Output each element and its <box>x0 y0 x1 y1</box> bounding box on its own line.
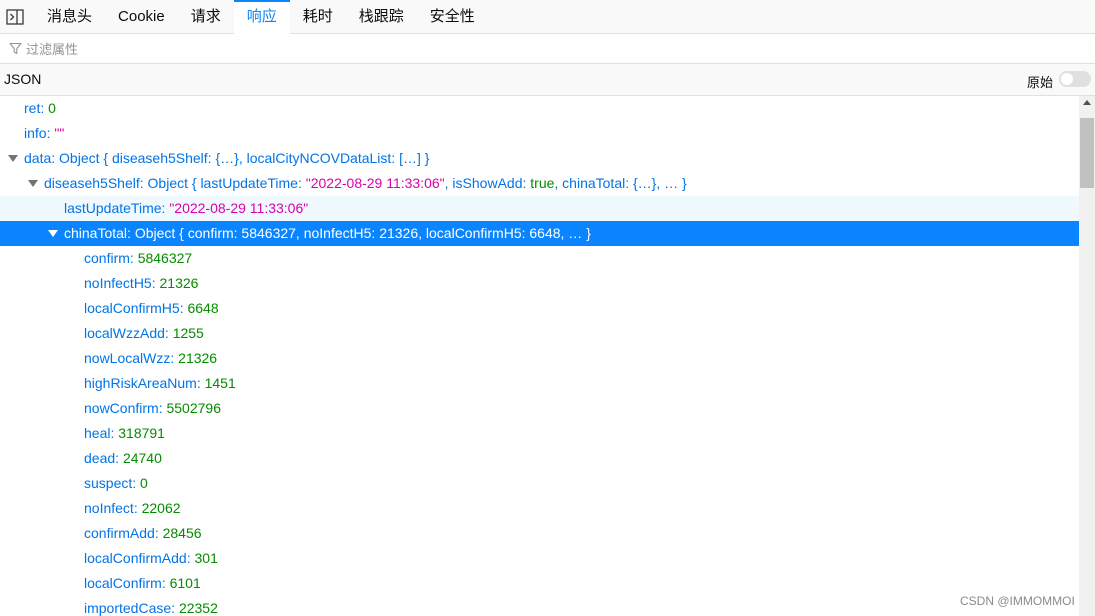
tree-key: lastUpdateTime <box>64 200 162 216</box>
tree-summary: , chinaTotal: {…}, … } <box>554 175 687 191</box>
tree-row-chinatotal[interactable]: chinaTotal: Object { confirm: 5846327, n… <box>0 221 1079 246</box>
tree-value: 21326 <box>159 275 199 291</box>
tree-key: nowLocalWzz <box>84 350 171 366</box>
tree-row[interactable]: confirm: 5846327 <box>0 246 1079 271</box>
tree-key: suspect <box>84 475 133 491</box>
tree-key: data <box>24 150 52 166</box>
tree-row-info[interactable]: info: "" <box>0 121 1079 146</box>
tree-key: chinaTotal <box>64 225 128 241</box>
tree-value: 6101 <box>169 575 201 591</box>
toggle-sidebar-icon[interactable] <box>6 9 24 25</box>
tree-row[interactable]: confirmAdd: 28456 <box>0 521 1079 546</box>
vertical-scrollbar[interactable] <box>1079 96 1095 616</box>
expand-arrow-icon[interactable] <box>28 180 38 187</box>
json-section-title: JSON <box>4 71 42 87</box>
filter-properties-input[interactable] <box>26 39 626 59</box>
json-section-header: JSON 原始 <box>0 64 1095 96</box>
tree-row[interactable]: nowLocalWzz: 21326 <box>0 346 1079 371</box>
tree-row[interactable]: noInfect: 22062 <box>0 496 1079 521</box>
tab-security[interactable]: 安全性 <box>417 0 488 34</box>
tree-key: noInfectH5 <box>84 275 152 291</box>
tree-summary: Object { diseaseh5Shelf: {…}, localCityN… <box>59 150 430 166</box>
tree-value: 0 <box>140 475 148 491</box>
filter-icon <box>9 42 22 55</box>
tree-row[interactable]: highRiskAreaNum: 1451 <box>0 371 1079 396</box>
tree-value: 28456 <box>162 525 202 541</box>
tree-row[interactable]: noInfectH5: 21326 <box>0 271 1079 296</box>
scrollbar-thumb[interactable] <box>1080 118 1094 188</box>
tab-response[interactable]: 响应 <box>233 0 290 34</box>
tree-row[interactable]: suspect: 0 <box>0 471 1079 496</box>
tree-value: 24740 <box>122 450 162 466</box>
raw-toggle-switch[interactable] <box>1059 71 1091 87</box>
tree-key: localConfirmAdd <box>84 550 187 566</box>
json-tree: ret: 0 info: "" data: Object { diseaseh5… <box>0 96 1079 616</box>
tree-key: noInfect <box>84 500 134 516</box>
tree-row-data[interactable]: data: Object { diseaseh5Shelf: {…}, loca… <box>0 146 1079 171</box>
tree-value: 22352 <box>178 600 218 616</box>
tree-key: importedCase <box>84 600 172 616</box>
raw-toggle-label: 原始 <box>1027 75 1054 90</box>
tree-row-ret[interactable]: ret: 0 <box>0 96 1079 121</box>
tree-summary: Object { confirm: 5846327, noInfectH5: 2… <box>134 225 591 241</box>
tab-list: 消息头 Cookie 请求 响应 耗时 栈跟踪 安全性 <box>34 0 488 34</box>
tree-key: info <box>24 125 47 141</box>
tab-timings[interactable]: 耗时 <box>290 0 346 34</box>
tree-row[interactable]: dead: 24740 <box>0 446 1079 471</box>
expand-arrow-icon[interactable] <box>8 155 18 162</box>
tree-key: confirm <box>84 250 130 266</box>
tree-row-diseaseh5shelf[interactable]: diseaseh5Shelf: Object { lastUpdateTime:… <box>0 171 1079 196</box>
tree-row[interactable]: localConfirm: 6101 <box>0 571 1079 596</box>
tree-value: 21326 <box>178 350 218 366</box>
tree-value: 22062 <box>141 500 181 516</box>
tree-value: 0 <box>48 100 56 116</box>
tree-summary-bool: true <box>530 175 555 191</box>
filter-bar <box>0 34 1095 64</box>
tree-key: dead <box>84 450 116 466</box>
tree-value: 5846327 <box>137 250 193 266</box>
tree-key: highRiskAreaNum <box>84 375 197 391</box>
tree-row[interactable]: heal: 318791 <box>0 421 1079 446</box>
tree-key: confirmAdd <box>84 525 155 541</box>
tree-value: "" <box>54 125 65 141</box>
tree-value: 1255 <box>172 325 204 341</box>
tree-row[interactable]: localConfirmAdd: 301 <box>0 546 1079 571</box>
tree-row[interactable]: nowConfirm: 5502796 <box>0 396 1079 421</box>
tree-row-lastupdatetime[interactable]: lastUpdateTime: "2022-08-29 11:33:06" <box>0 196 1079 221</box>
tab-stack-trace[interactable]: 栈跟踪 <box>346 0 417 34</box>
tab-headers[interactable]: 消息头 <box>34 0 105 34</box>
tree-row[interactable]: importedCase: 22352 <box>0 596 1079 616</box>
tree-key: diseaseh5Shelf <box>44 175 140 191</box>
scroll-up-arrow-icon[interactable] <box>1083 100 1091 105</box>
tree-value: "2022-08-29 11:33:06" <box>169 200 309 216</box>
tree-key: localConfirm <box>84 575 162 591</box>
panel-tab-bar: 消息头 Cookie 请求 响应 耗时 栈跟踪 安全性 <box>0 0 1095 34</box>
tree-row[interactable]: localWzzAdd: 1255 <box>0 321 1079 346</box>
tree-key: heal <box>84 425 111 441</box>
tree-value: 301 <box>194 550 218 566</box>
raw-toggle-knob <box>1061 73 1073 85</box>
tree-summary: Object { lastUpdateTime: <box>147 175 306 191</box>
watermark: CSDN @IMMOMMOI <box>960 594 1075 608</box>
tree-row[interactable]: localConfirmH5: 6648 <box>0 296 1079 321</box>
tree-summary-string: "2022-08-29 11:33:06" <box>305 175 445 191</box>
expand-arrow-icon[interactable] <box>48 230 58 237</box>
tree-value: 5502796 <box>166 400 221 416</box>
tree-key: localWzzAdd <box>84 325 165 341</box>
tree-key: localConfirmH5 <box>84 300 180 316</box>
tree-value: 6648 <box>187 300 219 316</box>
tree-key: ret <box>24 100 41 116</box>
tree-value: 1451 <box>204 375 236 391</box>
tree-summary: , isShowAdd: <box>444 175 531 191</box>
tree-value: 318791 <box>118 425 165 441</box>
tab-cookies[interactable]: Cookie <box>105 0 178 34</box>
tree-key: nowConfirm <box>84 400 159 416</box>
tab-request[interactable]: 请求 <box>178 0 234 34</box>
